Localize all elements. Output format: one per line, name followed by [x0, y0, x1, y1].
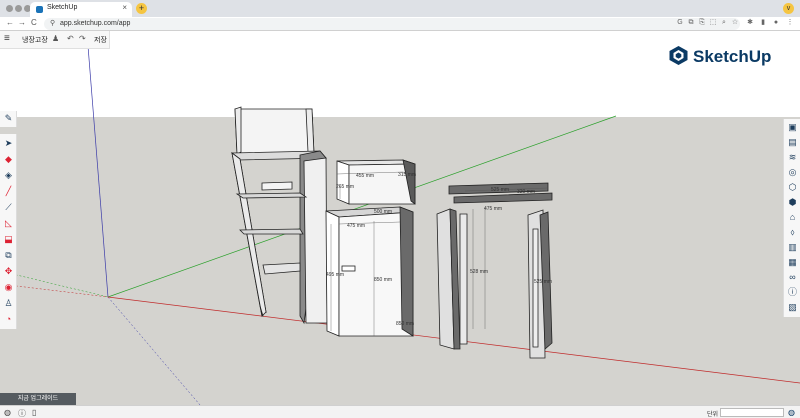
dim-label: 455 mm — [356, 173, 374, 179]
blue-axis — [87, 45, 109, 298]
install-icon[interactable]: ⬚ — [709, 19, 717, 27]
browser-tab-bar: SketchUp × + v — [0, 0, 800, 17]
model-viewport[interactable]: 455 mm 315 mm 265 mm 475 mm 500 mm 850 m… — [0, 31, 800, 405]
orbit-icon[interactable]: ◉ — [3, 282, 14, 293]
profile-menu-button[interactable]: v — [783, 3, 794, 14]
offset-icon[interactable]: ⧉ — [3, 250, 14, 261]
entity-info-icon[interactable]: ▣ — [787, 122, 798, 133]
scenes-icon[interactable]: ≋ — [787, 152, 798, 163]
site-info-icon[interactable]: ⚲ — [50, 19, 55, 27]
sketchup-favicon-icon — [36, 6, 43, 13]
tall-shelf-unit[interactable] — [231, 106, 328, 325]
upgrade-button[interactable]: 지금 업그레이드 — [0, 393, 76, 405]
push-pull-icon[interactable]: ⬓ — [3, 234, 14, 245]
outliner-icon[interactable]: ⬨ — [787, 227, 798, 238]
line-icon[interactable]: ⟋ — [3, 202, 14, 213]
materials-icon[interactable]: ◎ — [787, 167, 798, 178]
export-icon[interactable]: ▧ — [787, 302, 798, 313]
extensions-icon[interactable]: ✱ — [746, 19, 754, 27]
browser-tab[interactable]: SketchUp × — [30, 2, 132, 17]
model-header-bar: ≡ 냉장고장 ♟ ↶ ↷ 저장 — [0, 31, 110, 49]
back-button[interactable]: ← — [6, 18, 14, 27]
status-bar: ◍ ⓘ ▯ 단위 ◍ — [0, 405, 800, 418]
sketchup-app: 455 mm 315 mm 265 mm 475 mm 500 mm 850 m… — [0, 31, 800, 418]
tab-close-icon[interactable]: × — [122, 3, 127, 12]
pencil-icon[interactable]: ╱ — [3, 186, 14, 197]
hamburger-menu-icon[interactable]: ≡ — [4, 34, 10, 44]
move-icon[interactable]: ✥ — [3, 266, 14, 277]
sketchup-logo-icon — [669, 46, 688, 65]
dim-label: 265 mm — [336, 184, 354, 190]
blue-axis-dashed — [107, 296, 201, 405]
extension-icon[interactable]: ▥ — [787, 242, 798, 253]
dim-label: 315 mm — [398, 172, 416, 178]
zoom-icon[interactable]: ⌕ — [720, 19, 728, 27]
redo-icon[interactable]: ↷ — [79, 34, 86, 43]
dim-label: 475 mm — [347, 223, 365, 229]
dim-label: 525 mm — [491, 187, 509, 193]
account-icon[interactable]: ● — [772, 19, 780, 27]
components-icon[interactable]: ⬡ — [787, 182, 798, 193]
browser-address-bar: ← → C ⚲ app.sketchup.com/app G ⧉ ⎘ ⬚ ⌕ ☆… — [0, 17, 800, 31]
eraser-icon[interactable]: ◆ — [3, 154, 14, 165]
dim-label: 528 mm — [470, 269, 488, 275]
walk-icon[interactable]: ♙ — [3, 298, 14, 309]
reload-button[interactable]: C — [31, 18, 37, 27]
rectangle-icon[interactable]: ◺ — [3, 218, 14, 229]
share-icon[interactable]: ⎘ — [698, 19, 706, 27]
glasses-icon[interactable]: ∞ — [787, 272, 798, 283]
info-icon[interactable]: ⓘ — [787, 287, 798, 298]
bookmark-star-icon[interactable]: ☆ — [731, 19, 739, 27]
measurement-input[interactable] — [720, 408, 784, 417]
left-toolbar-top: ✎ — [0, 111, 17, 127]
layers-icon[interactable]: ▤ — [787, 137, 798, 148]
dim-label: 525 mm — [534, 279, 552, 285]
url-text: app.sketchup.com/app — [60, 20, 131, 27]
save-button[interactable]: 저장 — [94, 35, 107, 45]
logo-text: SketchUp — [693, 47, 772, 66]
google-icon[interactable]: G — [676, 19, 684, 27]
microwave-box[interactable] — [336, 159, 416, 205]
browser-menu-icon[interactable]: ⋮ — [786, 19, 794, 27]
right-toolbar: ▣ ▤ ≋ ◎ ⬡ ⬢ ⌂ ⬨ ▥ ▦ ∞ ⓘ ▧ — [783, 119, 800, 317]
sketchup-status-icon[interactable]: ◍ — [788, 408, 795, 417]
tab-title: SketchUp — [47, 4, 78, 11]
model-name[interactable]: 냉장고장 — [22, 35, 48, 45]
dim-label: 495 mm — [326, 272, 344, 278]
translate-icon[interactable]: ⧉ — [687, 19, 695, 27]
styles-icon[interactable]: ⬢ — [787, 197, 798, 208]
dim-label: 475 mm — [484, 206, 502, 212]
unit-label: 단위 — [707, 412, 719, 418]
search-tool-icon[interactable]: ✎ — [3, 113, 14, 124]
display-icon[interactable]: ▦ — [787, 257, 798, 268]
user-add-icon[interactable]: ♟ — [52, 34, 59, 43]
url-field[interactable]: ⚲ app.sketchup.com/app — [44, 18, 740, 30]
dim-label: 500 mm — [374, 209, 392, 215]
model-scene[interactable]: 455 mm 315 mm 265 mm 475 mm 500 mm 850 m… — [0, 31, 800, 405]
new-tab-button[interactable]: + — [136, 3, 147, 14]
section-icon[interactable]: ◔ — [3, 314, 14, 325]
left-toolbar: ➤ ◆ ◈ ╱ ⟋ ◺ ⬓ ⧉ ✥ ◉ ♙ ◔ — [0, 134, 17, 329]
select-icon[interactable]: ➤ — [3, 138, 14, 149]
mouse-icon[interactable]: ▯ — [32, 408, 36, 417]
window-minimize-control[interactable] — [15, 5, 22, 12]
help-icon[interactable]: ⓘ — [18, 408, 26, 418]
forward-button[interactable]: → — [18, 18, 26, 27]
tags-icon[interactable]: ⌂ — [787, 212, 798, 223]
window-close-control[interactable] — [6, 5, 13, 12]
globe-icon[interactable]: ◍ — [4, 408, 11, 417]
dim-label: 850 mm — [374, 277, 392, 283]
sidebar-icon[interactable]: ▮ — [759, 19, 767, 27]
undo-icon[interactable]: ↶ — [67, 34, 74, 43]
paint-bucket-icon[interactable]: ◈ — [3, 170, 14, 181]
dim-label: 320 mm — [517, 189, 535, 195]
dim-label: 850 mm — [396, 321, 414, 327]
